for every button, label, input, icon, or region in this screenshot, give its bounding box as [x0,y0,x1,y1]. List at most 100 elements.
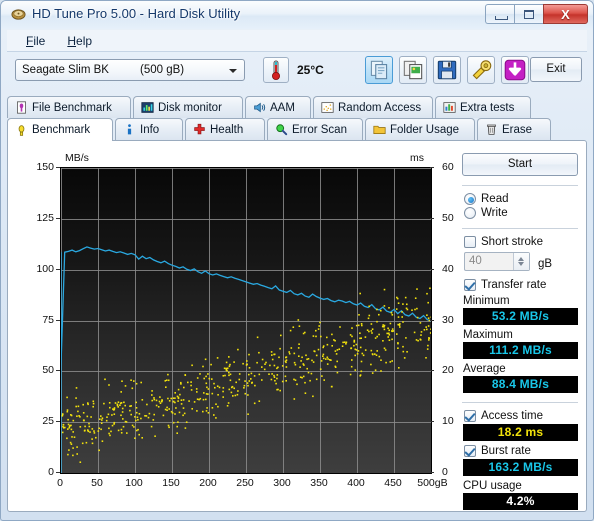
window-title: HD Tune Pro 5.00 - Hard Disk Utility [32,6,241,21]
y-axis-tick: 25 [42,415,54,428]
tab-label: Extra tests [460,101,515,114]
benchmark-panel: MB/s ms 0 25 50 75 100 125 150 0 10 20 30 40 50 60 0 50… [7,140,587,512]
tab-label: Health [210,123,244,136]
save-button[interactable] [433,56,461,84]
y-axis-tick: 75 [42,313,54,326]
maximum-label: Maximum [463,329,513,341]
divider [462,402,578,403]
short-stroke-unit: gB [538,258,553,270]
chevron-down-icon [229,69,237,73]
window-controls: X [485,4,588,25]
tools-button[interactable] [467,56,495,84]
y2-axis-tickmark [430,370,434,372]
temperature-button[interactable] [263,57,289,83]
close-button[interactable]: X [543,4,588,24]
x-axis-tick: 250 [236,477,254,489]
tab-erase[interactable]: Erase [477,118,551,140]
y2-axis-tickmark [430,472,434,473]
exit-button[interactable]: Exit [530,57,582,82]
tab-folder-usage[interactable]: Folder Usage [365,118,475,140]
save-disk-icon [437,60,457,80]
radio-write-icon [464,207,476,219]
tools-icon [472,60,492,80]
y2-axis-tickmark [430,319,434,321]
x-axis-tick: 200 [199,477,217,489]
tab-error-scan[interactable]: Error Scan [267,118,363,140]
radio-read-icon [464,193,476,205]
title-bar: HD Tune Pro 5.00 - Hard Disk Utility X [1,1,593,29]
tab-health[interactable]: Health [185,118,265,140]
drive-name: Seagate Slim BK [22,64,109,76]
tab-row-lower: Benchmark Info Health Error Scan Folder … [7,118,587,141]
copy-image-icon [403,60,423,80]
tab-extra-tests[interactable]: Extra tests [435,96,531,118]
random-access-icon [321,102,334,113]
menu-item-file[interactable]: File [15,32,56,50]
benchmark-icon [18,124,25,136]
info-icon [127,124,132,135]
maximize-button[interactable] [514,4,543,24]
y2-axis-tick: 60 [442,161,454,173]
minimize-icon [495,16,508,20]
drive-capacity: (500 gB) [140,64,185,76]
tab-disk-monitor[interactable]: Disk monitor [133,96,243,118]
y2-axis-tick: 50 [442,211,454,224]
tab-label: Random Access [338,101,422,114]
tab-label: AAM [270,101,295,114]
checkbox-short-stroke[interactable]: Short stroke [464,236,580,248]
error-scan-icon [276,124,288,136]
tab-file-benchmark[interactable]: File Benchmark [7,96,131,118]
radio-write-label: Write [481,207,508,219]
download-button[interactable] [501,56,529,84]
y-axis-tick: 100 [36,262,54,275]
file-benchmark-icon [17,101,26,114]
menu-item-help[interactable]: Help [56,32,103,50]
temperature-value: 25°C [297,63,324,77]
minimize-button[interactable] [485,4,514,24]
tab-aam[interactable]: AAM [245,96,311,118]
tab-info[interactable]: Info [115,118,183,140]
copy-button[interactable] [365,56,393,84]
average-label: Average [463,363,506,375]
start-button[interactable]: Start [462,153,578,176]
copy-icon [370,60,388,80]
thermometer-icon [271,60,280,80]
y-axis-tick: 150 [36,161,54,173]
toolbar-buttons [365,56,529,84]
y-axis-tickmark [56,370,60,372]
x-axis-tick: 400 [347,477,365,489]
benchmark-graph: MB/s ms 0 25 50 75 100 125 150 0 10 20 30 40 50 60 0 50… [24,152,453,498]
tab-random-access[interactable]: Random Access [313,96,433,118]
divider [462,185,578,186]
radio-write[interactable]: Write [464,207,580,219]
y-axis-tickmark [56,217,60,219]
cpu-usage-label: CPU usage [463,480,522,492]
drive-select-dropdown[interactable]: Seagate Slim BK (500 gB) [15,59,245,81]
stepper-buttons[interactable] [513,253,529,270]
tab-row-upper: File Benchmark Disk monitor AAM Random A… [7,96,587,118]
y-axis-tick: 125 [36,211,54,224]
radio-read[interactable]: Read [464,193,580,205]
burst-rate-value: 163.2 MB/s [463,459,578,476]
short-stroke-stepper[interactable]: 40 [464,252,530,271]
x-axis-tick: 300 [273,477,291,489]
y2-axis-tickmark [430,217,434,219]
radio-read-label: Read [481,193,509,205]
trash-icon [487,124,496,135]
copy-image-button[interactable] [399,56,427,84]
access-time-checkbox-icon [464,410,476,422]
x-axis-tick: 150 [162,477,180,489]
minimum-value: 53.2 MB/s [463,308,578,325]
tab-label: Benchmark [32,124,91,136]
y2-axis-tick: 20 [442,364,454,377]
x-axis-tick: 100 [125,477,143,489]
folder-icon [373,125,386,134]
y-axis-tick: 0 [48,466,54,478]
checkbox-access-time[interactable]: Access time [464,410,580,422]
tab-label: File Benchmark [32,101,112,114]
menu-bar: File Help [7,30,587,52]
tab-benchmark[interactable]: Benchmark [7,118,113,141]
divider [462,228,578,229]
checkbox-transfer-rate[interactable]: Transfer rate [464,279,580,291]
checkbox-burst-rate[interactable]: Burst rate [464,445,580,457]
